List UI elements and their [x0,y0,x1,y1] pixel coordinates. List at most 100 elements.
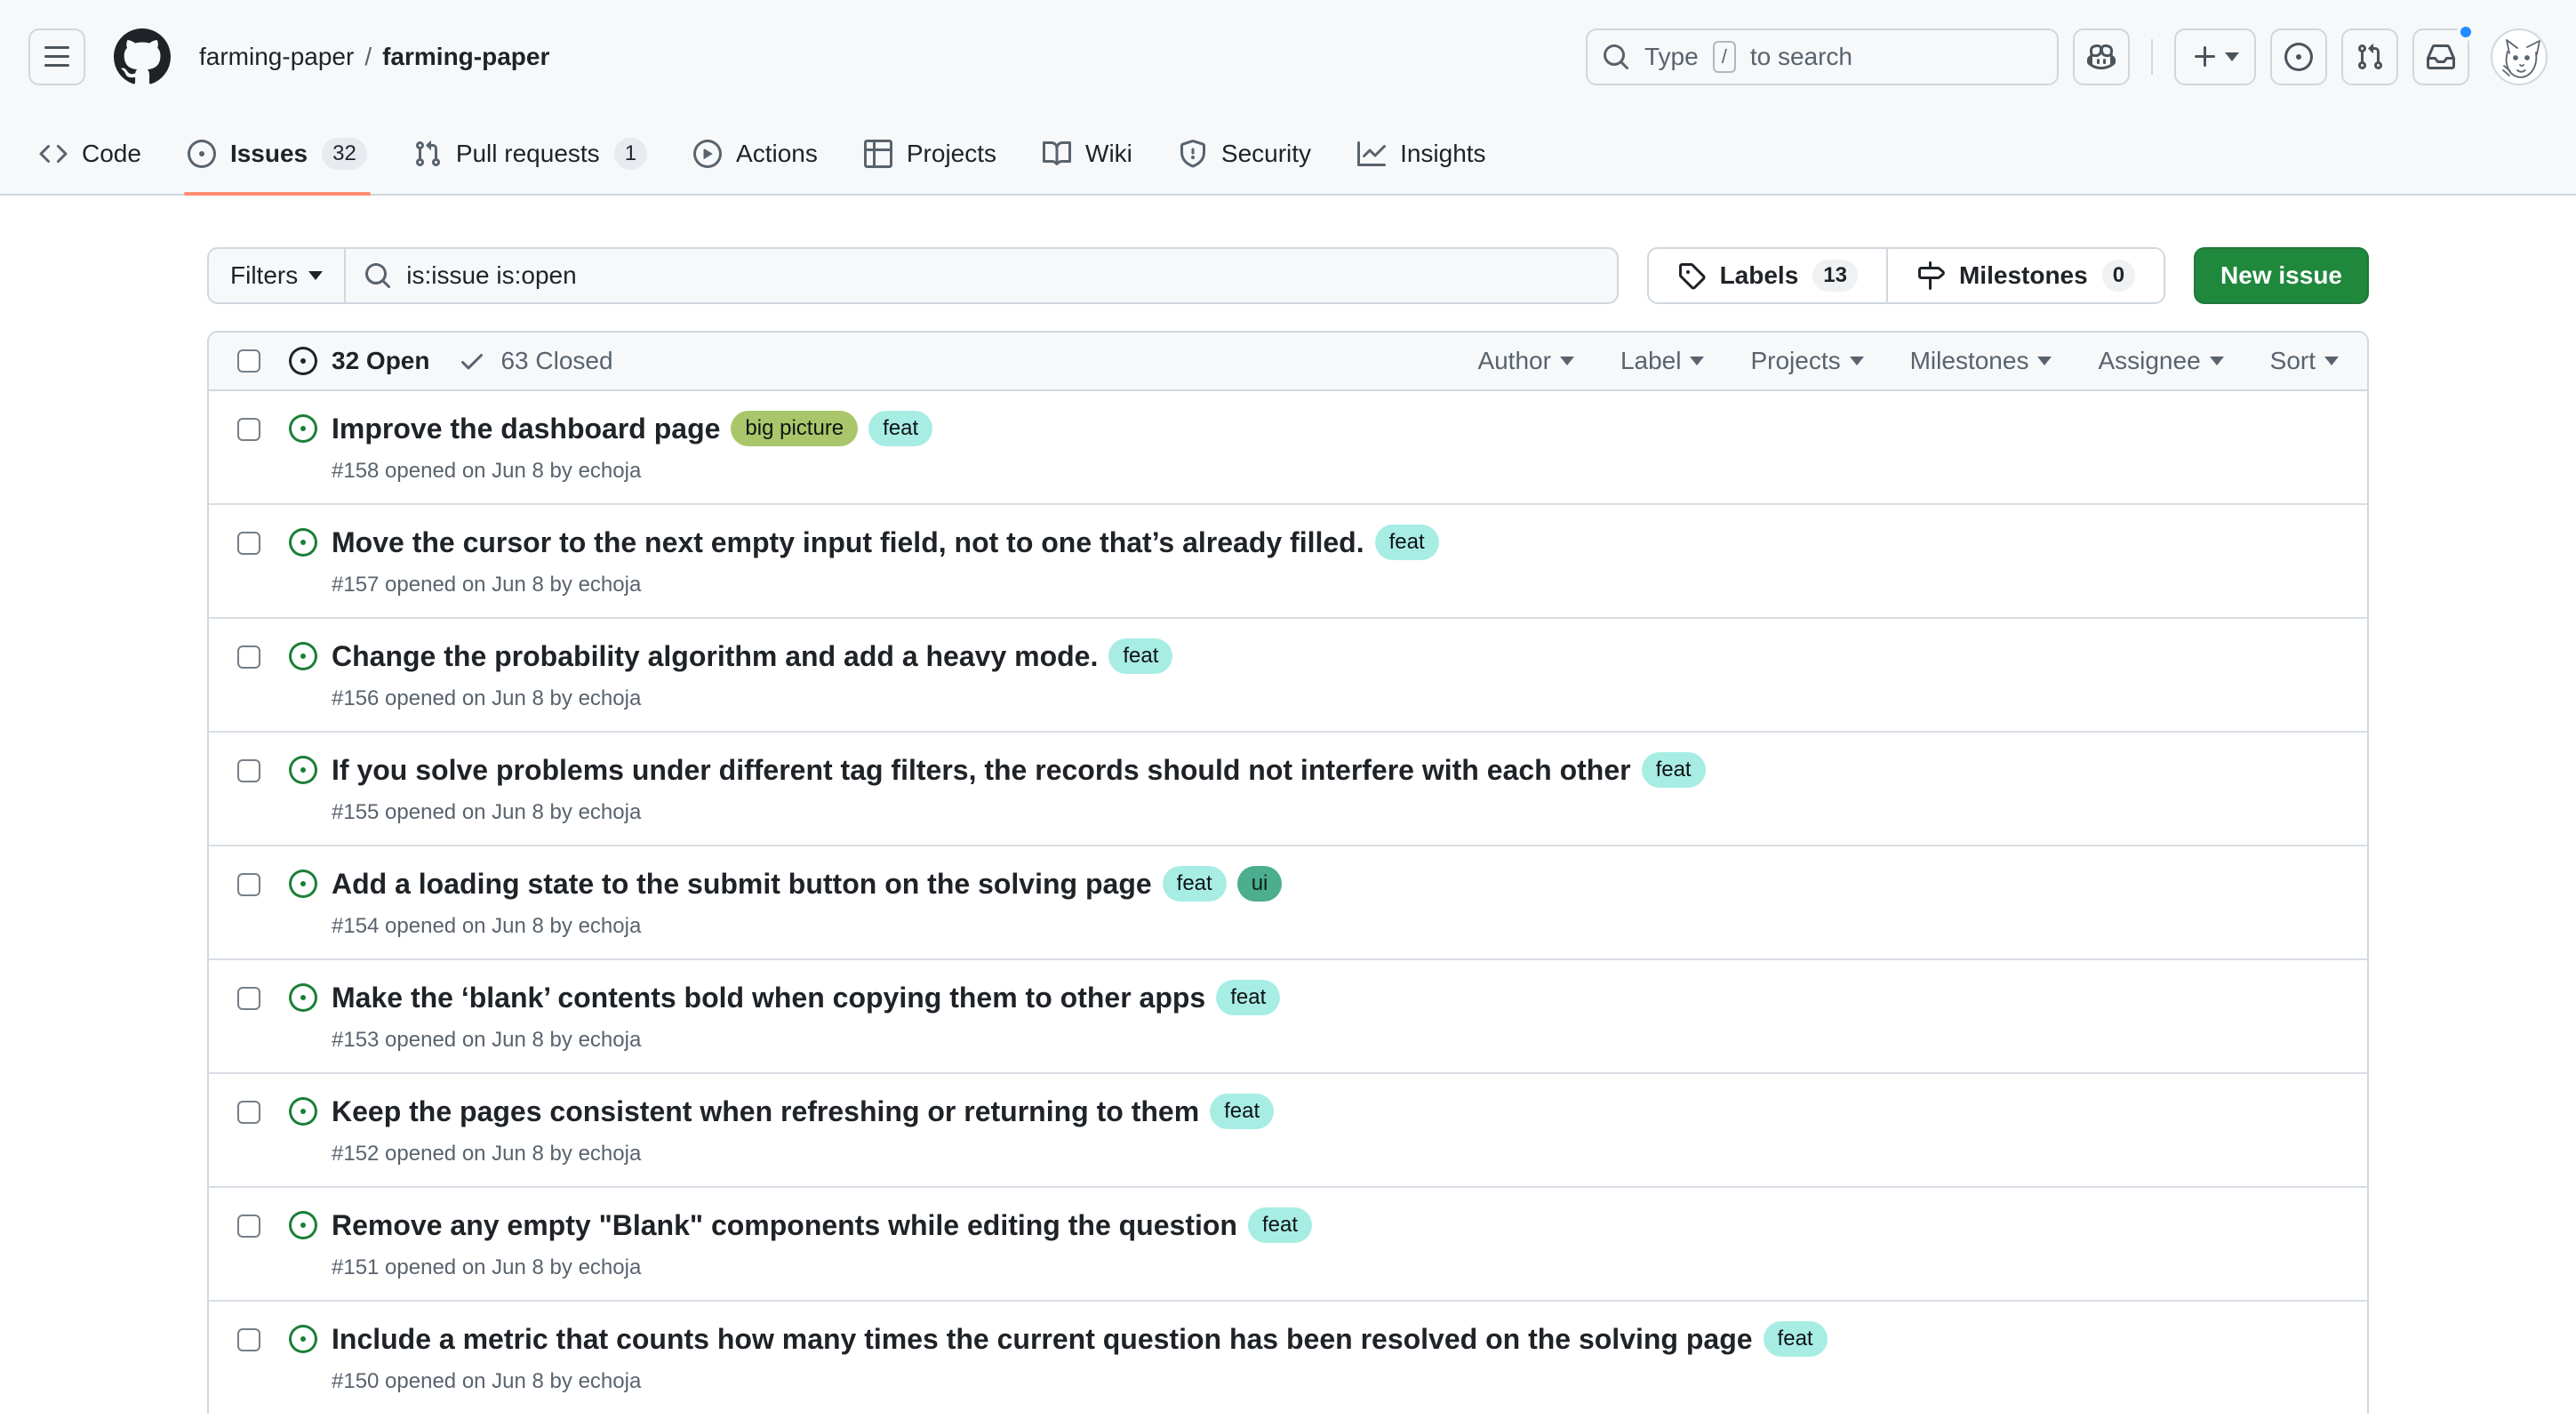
triangle-down-icon [2037,357,2052,373]
issue-label[interactable]: feat [868,411,932,446]
issue-opened-icon [289,983,317,1056]
closed-issues-toggle[interactable]: 63 Closed [458,347,612,375]
tab-label: Projects [907,140,996,168]
issue-label[interactable]: feat [1216,980,1280,1015]
issue-row: Include a metric that counts how many ti… [209,1300,2367,1414]
issue-row: Keep the pages consistent when refreshin… [209,1072,2367,1186]
search-placeholder-suffix: to search [1750,43,1852,71]
hamburger-button[interactable] [28,28,85,85]
triangle-down-icon [1690,357,1704,373]
table-icon [864,140,892,168]
github-logo[interactable] [114,28,171,85]
issue-select-checkbox[interactable] [237,759,260,782]
select-all-checkbox[interactable] [237,349,260,373]
pull-requests-button[interactable] [2341,28,2398,85]
issue-select-checkbox[interactable] [237,532,260,555]
issue-title-link[interactable]: Improve the dashboard page [332,413,720,445]
issue-title-link[interactable]: Move the cursor to the next empty input … [332,526,1364,558]
issue-opened-icon [289,414,317,487]
issue-row: Make the ‘blank’ contents bold when copy… [209,958,2367,1072]
issue-label[interactable]: feat [1642,752,1706,788]
issue-label[interactable]: feat [1163,866,1227,902]
copilot-button[interactable] [2073,28,2130,85]
issue-select-checkbox[interactable] [237,1215,260,1238]
labels-milestones-group: Labels 13 Milestones 0 [1647,247,2165,304]
issue-select-checkbox[interactable] [237,418,260,441]
labels-button[interactable]: Labels 13 [1649,249,1886,302]
triangle-down-icon [2324,357,2339,373]
triangle-down-icon [1850,357,1864,373]
breadcrumb-owner[interactable]: farming-paper [199,43,354,71]
issue-title-link[interactable]: If you solve problems under different ta… [332,754,1631,786]
issue-select-checkbox[interactable] [237,1328,260,1351]
check-icon [458,347,486,375]
issue-title-link[interactable]: Add a loading state to the submit button… [332,868,1152,900]
issue-select-checkbox[interactable] [237,1101,260,1124]
issue-meta: #152 opened on Jun 8 by echoja [332,1138,1274,1170]
issue-opened-icon [289,347,317,375]
tab-code[interactable]: Code [21,114,159,194]
issue-meta: #150 opened on Jun 8 by echoja [332,1366,1828,1398]
new-issue-button[interactable]: New issue [2194,247,2369,304]
issue-row: Move the cursor to the next empty input … [209,503,2367,617]
tab-projects[interactable]: Projects [846,114,1014,194]
label-filter-dropdown[interactable]: Label [1620,347,1705,375]
author-filter-dropdown[interactable]: Author [1477,347,1574,375]
issue-opened-icon [289,642,317,715]
issue-label[interactable]: feat [1248,1207,1312,1243]
issue-row: Improve the dashboard page big picture fea… [209,391,2367,503]
git-pull-request-icon [413,140,442,168]
issue-select-checkbox[interactable] [237,987,260,1010]
sort-filter-dropdown[interactable]: Sort [2270,347,2339,375]
tab-wiki[interactable]: Wiki [1025,114,1150,194]
notification-dot [2457,23,2475,41]
issue-select-checkbox[interactable] [237,873,260,896]
open-issues-toggle[interactable]: 32 Open [289,347,429,375]
milestones-filter-dropdown[interactable]: Milestones [1910,347,2052,375]
issue-title-link[interactable]: Change the probability algorithm and add… [332,640,1098,672]
global-search-input[interactable]: Type / to search [1586,28,2059,85]
copilot-icon [2087,43,2116,71]
create-new-button[interactable] [2174,28,2256,85]
breadcrumb: farming-paper / farming-paper [199,43,549,71]
issue-opened-icon [188,140,216,168]
issue-title-link[interactable]: Include a metric that counts how many ti… [332,1323,1753,1355]
issues-search-input[interactable]: is:issue is:open [344,247,1618,304]
tab-pull-requests[interactable]: Pull requests1 [396,114,665,194]
assignee-filter-dropdown[interactable]: Assignee [2098,347,2223,375]
issue-label[interactable]: big picture [731,411,858,446]
issue-meta: #153 opened on Jun 8 by echoja [332,1024,1280,1056]
issue-label[interactable]: feat [1108,638,1172,674]
tab-issues[interactable]: Issues32 [170,114,385,194]
avatar-dog-drawing [2492,30,2548,85]
issues-button[interactable] [2270,28,2327,85]
breadcrumb-repo[interactable]: farming-paper [382,43,549,71]
avatar[interactable] [2491,28,2548,85]
filters-dropdown-button[interactable]: Filters [207,247,344,304]
issue-meta: #158 opened on Jun 8 by echoja [332,455,932,487]
search-placeholder-prefix: Type [1644,43,1699,71]
issue-label[interactable]: feat [1210,1094,1274,1129]
issue-title-link[interactable]: Keep the pages consistent when refreshin… [332,1095,1199,1127]
projects-filter-dropdown[interactable]: Projects [1750,347,1863,375]
slash-key-hint: / [1713,41,1736,73]
issues-list-box: 32 Open 63 Closed Author Label Projects Mil… [207,331,2369,1414]
issue-select-checkbox[interactable] [237,645,260,669]
milestones-button[interactable]: Milestones 0 [1886,249,2164,302]
triangle-down-icon [2225,52,2239,68]
issue-label[interactable]: ui [1237,866,1283,902]
issue-label[interactable]: feat [1764,1321,1828,1357]
issue-label[interactable]: feat [1375,525,1439,560]
issue-row: Change the probability algorithm and add… [209,617,2367,731]
issues-page: Filters is:issue is:open Labels 13 Miles… [207,247,2369,1414]
issue-meta: #156 opened on Jun 8 by echoja [332,683,1172,715]
tab-actions[interactable]: Actions [676,114,836,194]
issue-title-link[interactable]: Make the ‘blank’ contents bold when copy… [332,982,1205,1014]
global-header: farming-paper / farming-paper Type / to … [0,0,2576,114]
issue-title-link[interactable]: Remove any empty "Blank" components whil… [332,1209,1237,1241]
tab-security[interactable]: Security [1161,114,1329,194]
repo-tabs: CodeIssues32Pull requests1 Actions Project… [0,114,2576,196]
tab-insights[interactable]: Insights [1340,114,1504,194]
git-pull-request-icon [2356,43,2384,71]
tab-label: Actions [736,140,818,168]
